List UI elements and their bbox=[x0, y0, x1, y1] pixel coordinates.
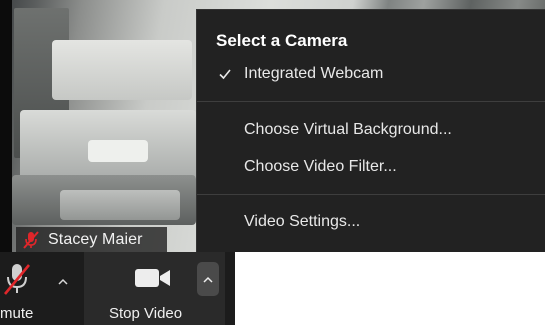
camera-options-menu: Select a Camera Integrated Webcam Choose… bbox=[196, 9, 545, 252]
menu-header: Select a Camera bbox=[216, 31, 348, 50]
menu-item-virtual-background[interactable]: Choose Virtual Background... bbox=[244, 121, 452, 139]
chevron-up-icon bbox=[203, 276, 213, 283]
mic-muted-icon bbox=[3, 264, 31, 295]
video-blur-shape bbox=[52, 40, 192, 100]
chevron-up-icon bbox=[58, 278, 68, 285]
menu-divider bbox=[197, 101, 545, 102]
unmute-button[interactable]: mute bbox=[0, 252, 80, 325]
checkmark-icon bbox=[219, 69, 231, 80]
video-camera-icon bbox=[135, 269, 170, 287]
audio-options-caret[interactable] bbox=[52, 264, 74, 298]
menu-item-video-filter[interactable]: Choose Video Filter... bbox=[244, 158, 397, 176]
participant-name-tag: Stacey Maier bbox=[16, 227, 167, 252]
unmute-label: mute bbox=[0, 305, 34, 322]
menu-item-video-settings[interactable]: Video Settings... bbox=[244, 213, 360, 231]
zoom-meeting-window: Stacey Maier Select a Camera Integrated … bbox=[0, 0, 545, 325]
camera-option-integrated-webcam[interactable]: Integrated Webcam bbox=[244, 65, 383, 83]
participant-name: Stacey Maier bbox=[48, 231, 143, 248]
menu-divider bbox=[197, 194, 545, 195]
video-options-caret[interactable] bbox=[197, 262, 219, 296]
mic-muted-icon bbox=[23, 231, 39, 249]
meeting-toolbar: mute Stop Video bbox=[0, 252, 545, 325]
video-left-edge bbox=[0, 0, 12, 252]
stop-video-label: Stop Video bbox=[109, 305, 183, 322]
video-blur-shape bbox=[88, 140, 148, 162]
stop-video-button[interactable]: Stop Video bbox=[84, 252, 225, 325]
video-blur-shape bbox=[60, 190, 180, 220]
